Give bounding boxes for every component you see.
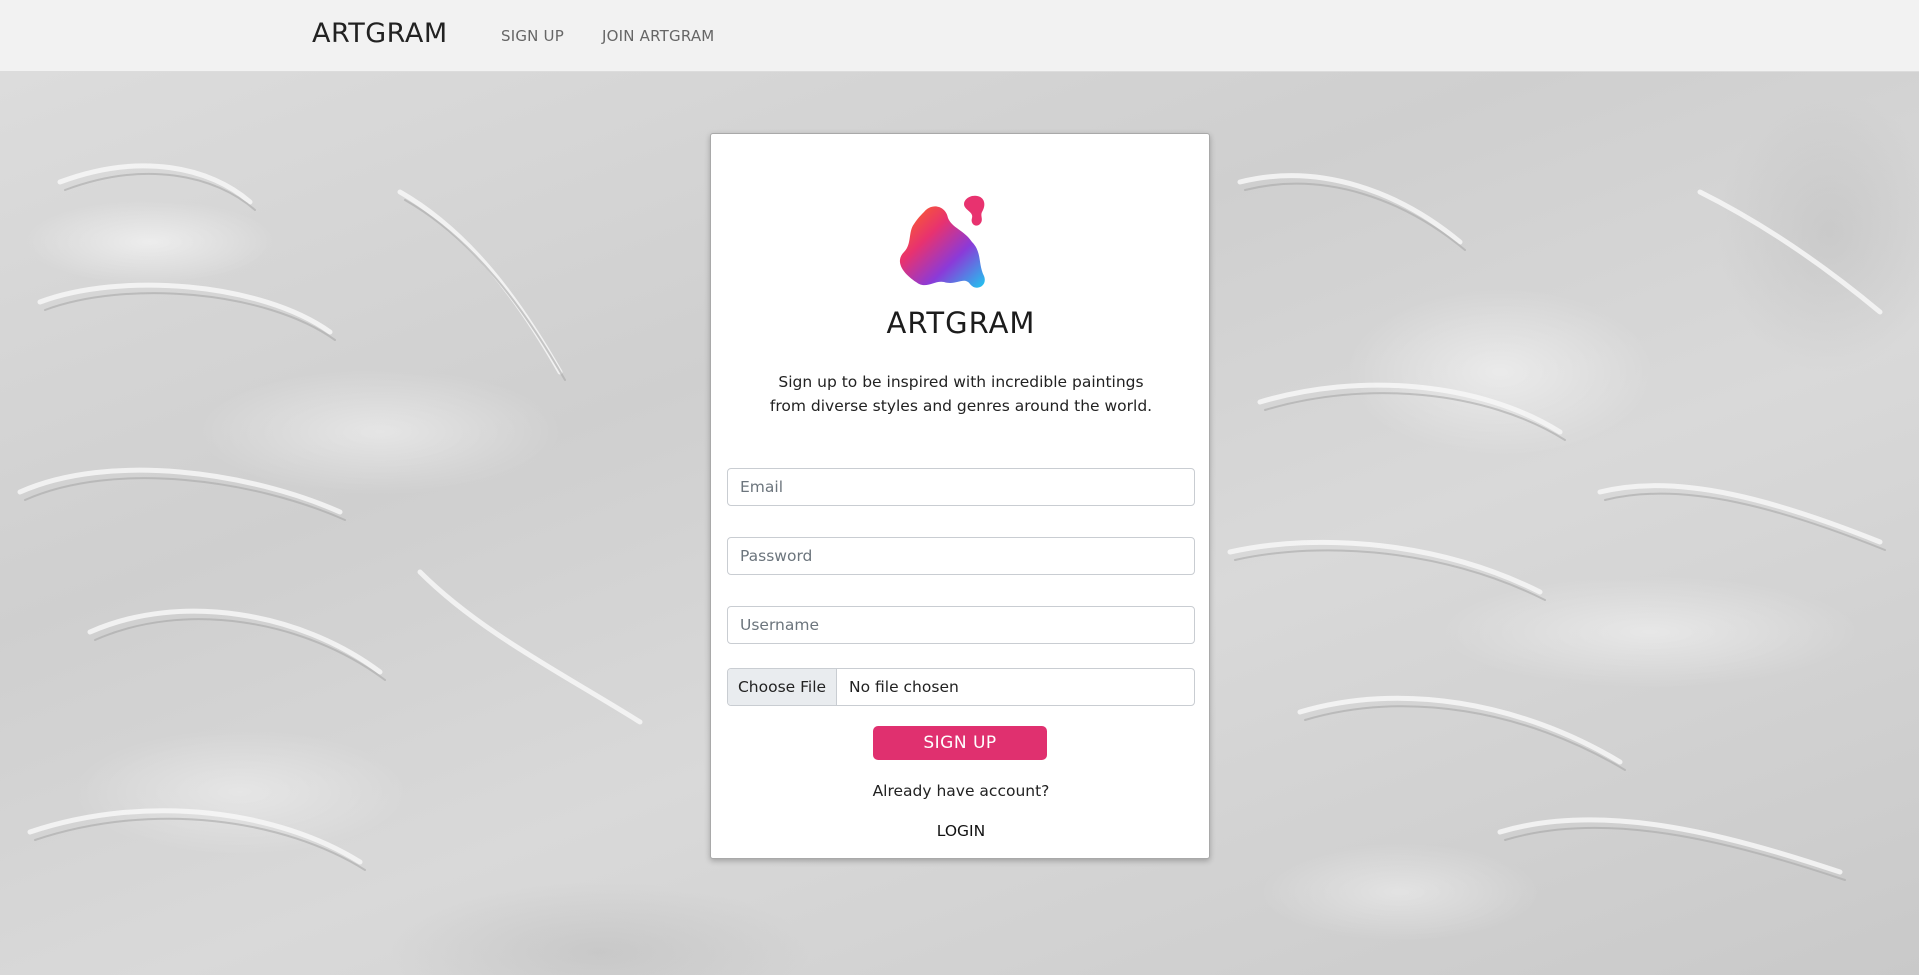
file-status-text: No file chosen xyxy=(849,678,959,696)
username-field[interactable] xyxy=(727,606,1195,644)
tagline: Sign up to be inspired with incredible p… xyxy=(711,370,1211,418)
password-field[interactable] xyxy=(727,537,1195,575)
already-have-account-text: Already have account? xyxy=(872,782,1050,800)
email-field[interactable] xyxy=(727,468,1195,506)
paint-blob-logo-icon xyxy=(899,195,985,288)
choose-file-button[interactable]: Choose File xyxy=(728,669,837,705)
file-upload-field[interactable]: Choose File No file chosen xyxy=(727,668,1195,706)
login-link[interactable]: LOGIN xyxy=(711,822,1211,840)
brand-logo[interactable]: ARTGRAM xyxy=(312,18,448,49)
tagline-line-1: Sign up to be inspired with incredible p… xyxy=(778,373,1144,391)
nav-join-artgram-link[interactable]: JOIN ARTGRAM xyxy=(602,27,714,45)
tagline-line-2: from diverse styles and genres around th… xyxy=(769,397,1153,415)
card-logo-text: ARTGRAM xyxy=(886,306,1036,340)
signup-submit-button[interactable]: SIGN UP xyxy=(873,726,1047,760)
top-navbar: ARTGRAM SIGN UP JOIN ARTGRAM xyxy=(0,0,1919,72)
nav-signup-link[interactable]: SIGN UP xyxy=(501,27,564,45)
signup-card: ARTGRAM Sign up to be inspired with incr… xyxy=(710,133,1210,859)
